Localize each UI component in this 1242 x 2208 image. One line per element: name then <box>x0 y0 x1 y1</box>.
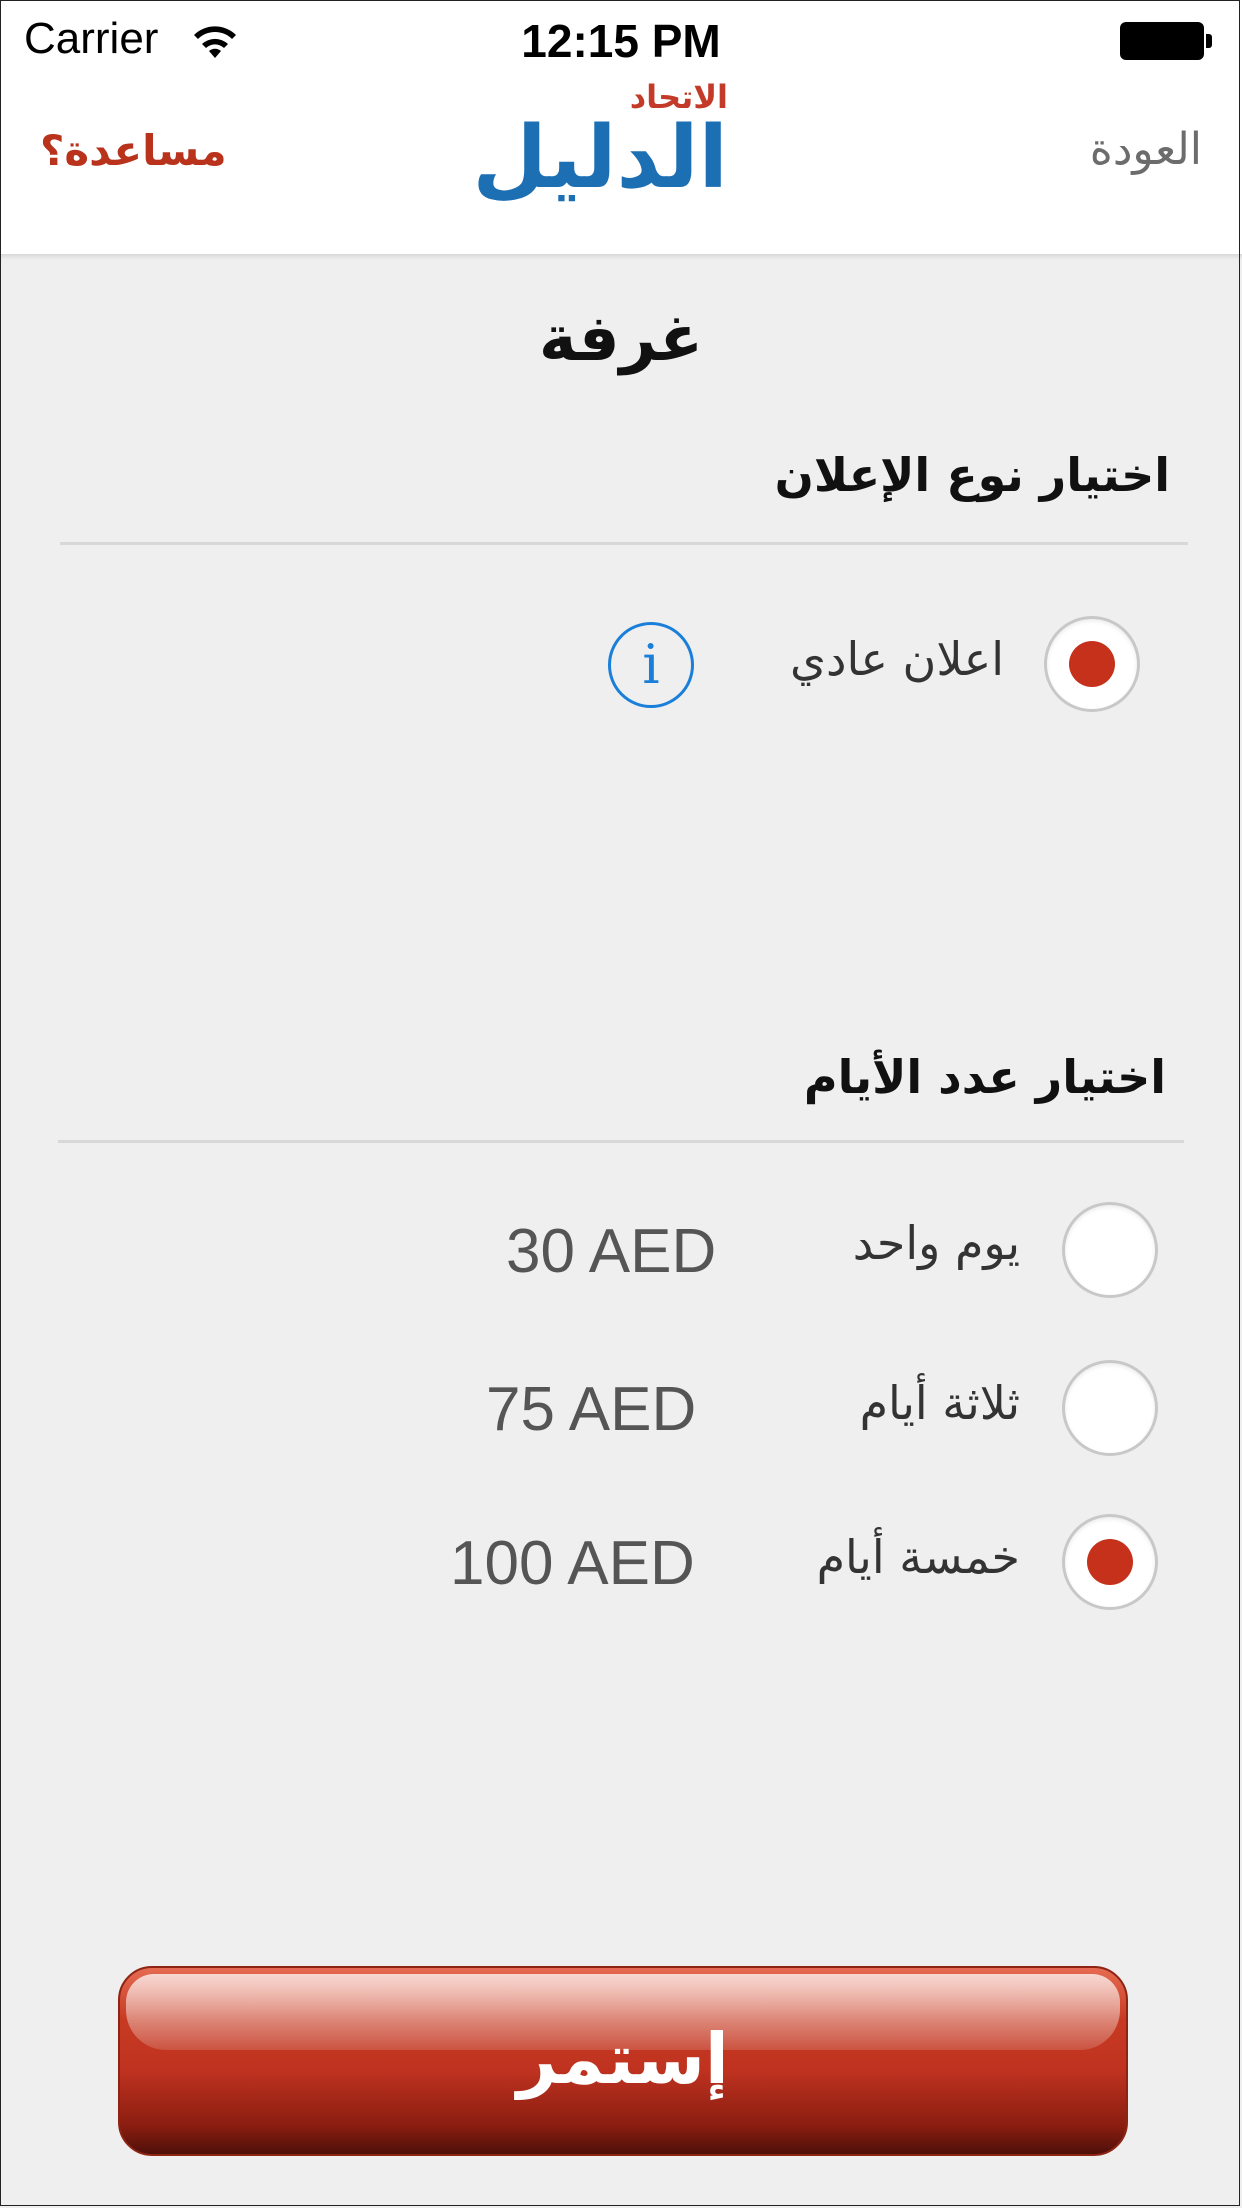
navigation-bar: Carrier 12:15 PM مساعدة؟ الاتحاد الدليل … <box>0 0 1242 254</box>
nav-shadow <box>0 254 1242 260</box>
five-days-label: خمسة أيام <box>816 1530 1020 1584</box>
divider <box>60 542 1188 545</box>
clock: 12:15 PM <box>521 15 721 67</box>
continue-label: إستمر <box>517 2018 729 2100</box>
three-days-label: ثلاثة أيام <box>859 1376 1020 1430</box>
three-days-radio[interactable] <box>1062 1360 1158 1456</box>
help-button[interactable]: مساعدة؟ <box>40 126 227 175</box>
divider <box>58 1140 1184 1143</box>
ad-type-heading: اختيار نوع الإعلان <box>774 448 1170 502</box>
ad-type-regular-label: اعلان عادي <box>789 632 1004 686</box>
three-days-price: 75 AED <box>486 1375 697 1444</box>
days-heading: اختيار عدد الأيام <box>803 1050 1166 1104</box>
info-icon[interactable]: i <box>608 622 694 708</box>
one-day-label: يوم واحد <box>852 1216 1020 1270</box>
five-days-radio[interactable] <box>1062 1514 1158 1610</box>
five-days-price: 100 AED <box>450 1529 695 1598</box>
continue-button[interactable]: إستمر <box>118 1966 1128 2156</box>
logo: الاتحاد الدليل <box>472 78 728 216</box>
back-button[interactable]: العودة <box>1090 124 1202 175</box>
page-title: غرفة <box>538 302 704 376</box>
status-bar: Carrier 12:15 PM <box>0 0 1242 80</box>
one-day-price: 30 AED <box>506 1217 717 1286</box>
battery-icon <box>1120 22 1212 60</box>
one-day-radio[interactable] <box>1062 1202 1158 1298</box>
logo-title: الدليل <box>472 108 728 208</box>
ad-type-regular-radio[interactable] <box>1044 616 1140 712</box>
